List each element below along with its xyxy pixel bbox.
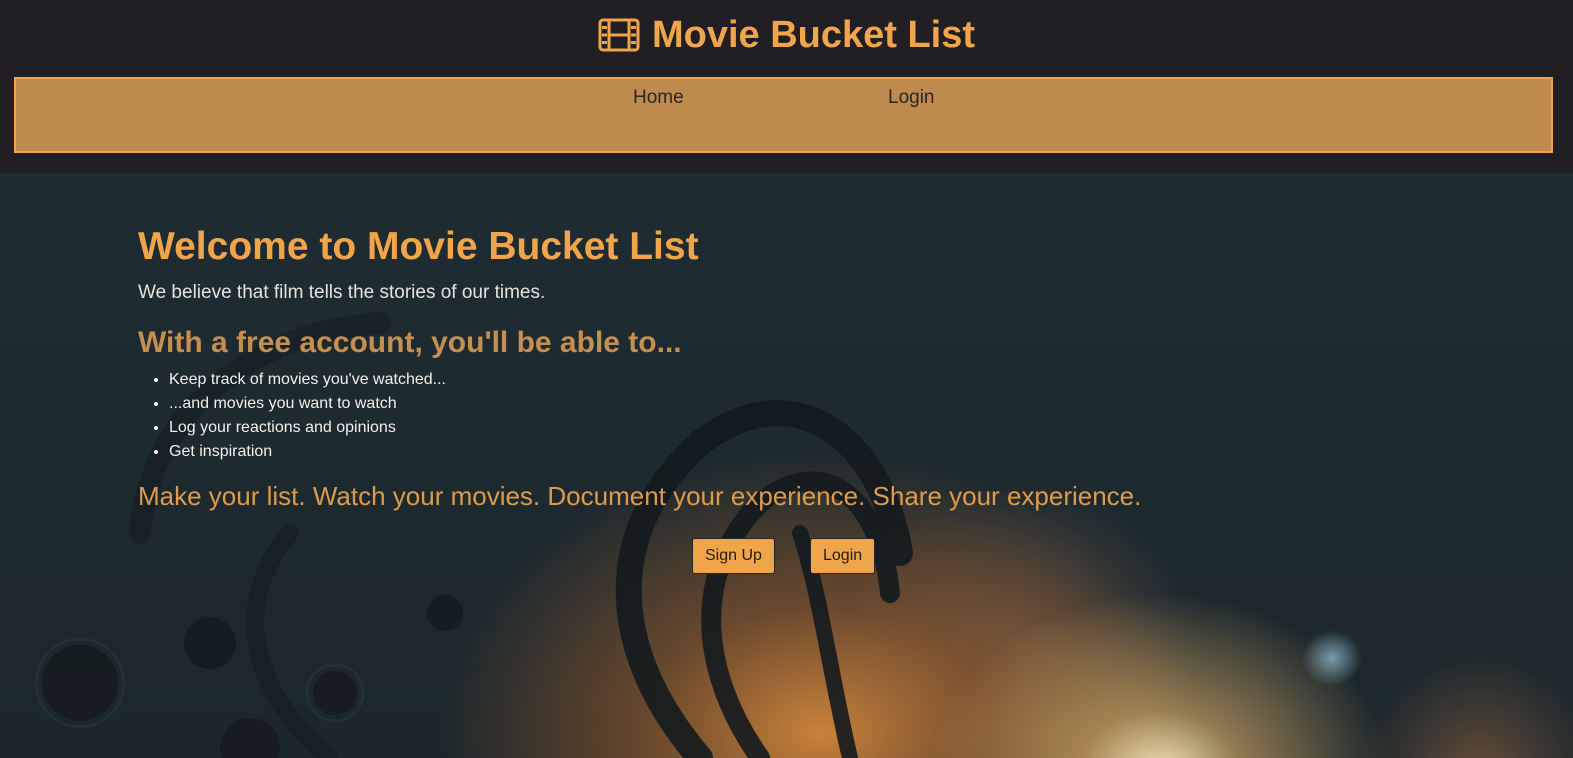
- site-title: Movie Bucket List: [651, 14, 976, 56]
- site-brand[interactable]: Movie Bucket List: [0, 10, 1573, 65]
- film-icon: [598, 18, 640, 52]
- feature-item: Keep track of movies you've watched...: [169, 368, 446, 392]
- welcome-heading: Welcome to Movie Bucket List: [138, 225, 699, 268]
- login-button[interactable]: Login: [810, 538, 876, 574]
- feature-item: ...and movies you want to watch: [169, 392, 446, 416]
- hero-section: Welcome to Movie Bucket List We believe …: [0, 173, 1573, 758]
- feature-item: Log your reactions and opinions: [169, 416, 446, 440]
- motto-text: Make your list. Watch your movies. Docum…: [138, 481, 1142, 511]
- site-header: Movie Bucket List Home Login: [0, 0, 1573, 173]
- nav-login-link[interactable]: Login: [888, 86, 935, 110]
- feature-item: Get inspiration: [169, 440, 446, 464]
- features-heading: With a free account, you'll be able to..…: [138, 326, 682, 359]
- sign-up-button[interactable]: Sign Up: [692, 538, 775, 574]
- features-list: Keep track of movies you've watched... .…: [138, 368, 446, 464]
- nav-home-link[interactable]: Home: [633, 86, 684, 110]
- tagline-text: We believe that film tells the stories o…: [138, 282, 546, 303]
- main-navbar: Home Login: [14, 77, 1553, 153]
